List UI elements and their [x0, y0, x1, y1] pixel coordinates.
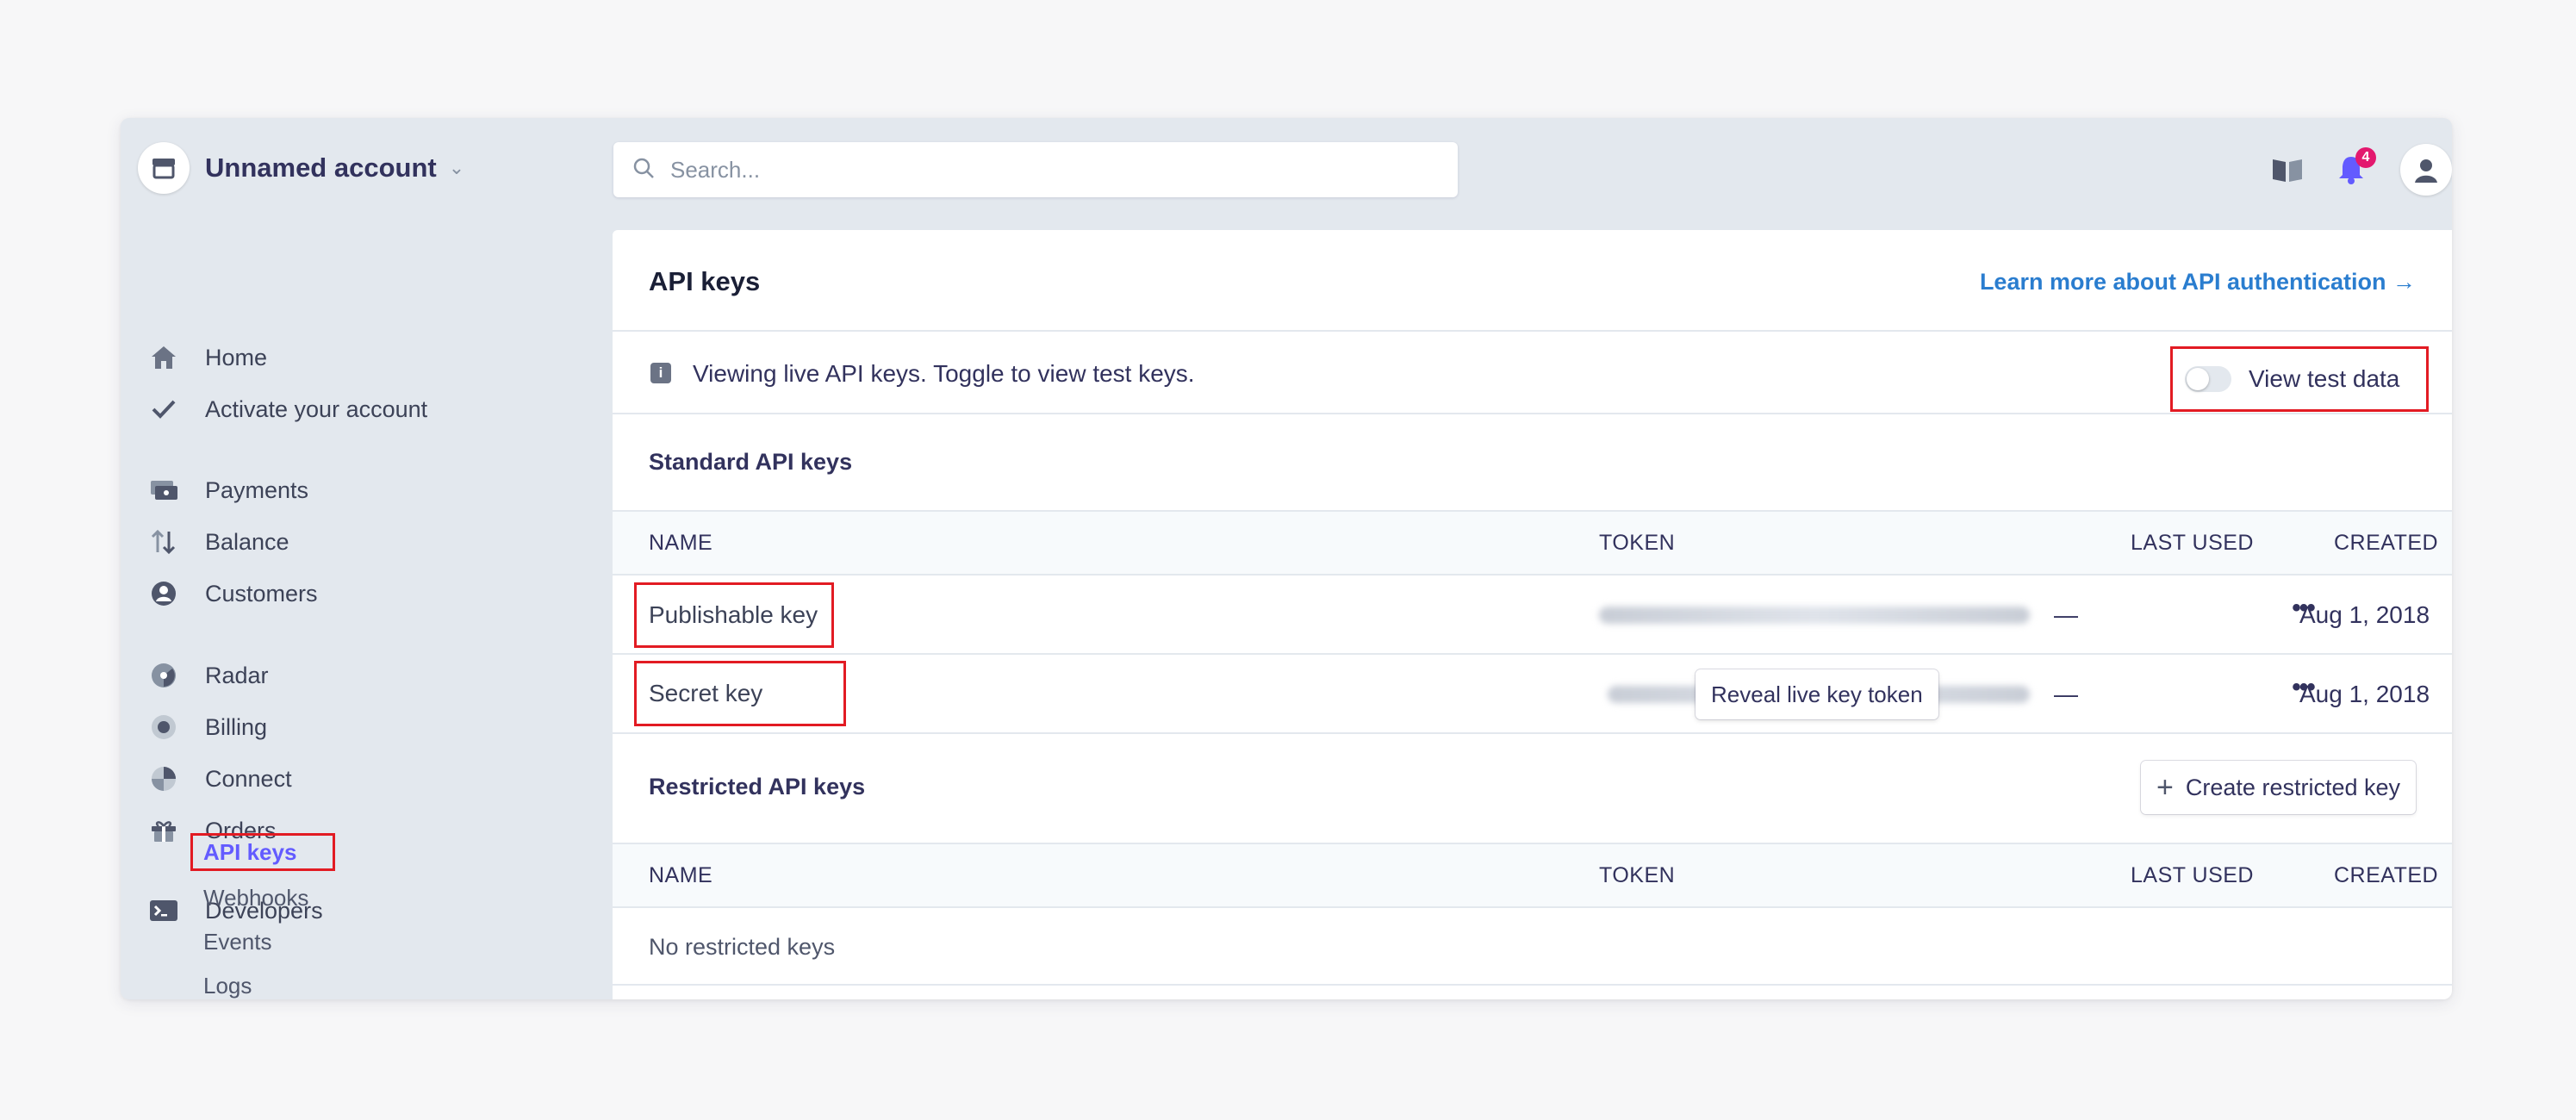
restricted-table-header: NAME TOKEN LAST USED CREATED [613, 843, 2452, 908]
sidebar-item-label: Billing [205, 713, 268, 740]
section-title: Restricted API keys [649, 774, 866, 800]
connect-icon [148, 763, 179, 794]
live-mode-notice: i Viewing live API keys. Toggle to view … [613, 332, 2452, 414]
top-actions: 4 [2238, 142, 2452, 197]
column-header-token: TOKEN [1599, 863, 1676, 887]
sidebar-item-label: Activate your account [205, 395, 428, 422]
column-header-created: CREATED [2334, 863, 2439, 887]
page-title: API keys [649, 266, 761, 296]
home-icon [148, 342, 179, 373]
publishable-key-name[interactable]: Publishable key [634, 582, 834, 648]
check-icon [148, 394, 179, 425]
sidebar-item-connect[interactable]: Connect [148, 762, 292, 796]
sidebar-item-payments[interactable]: Payments [148, 473, 308, 507]
customers-icon [148, 578, 179, 609]
panel-header: API keys Learn more about API authentica… [613, 230, 2452, 332]
docs-book-icon[interactable] [2271, 156, 2304, 184]
search-placeholder: Search... [670, 156, 761, 183]
plus-icon: + [2156, 771, 2174, 804]
info-icon: i [650, 363, 671, 383]
notice-text: Viewing live API keys. Toggle to view te… [693, 360, 1195, 387]
sidebar-item-activate[interactable]: Activate your account [148, 392, 427, 426]
publishable-key-token[interactable] [1599, 607, 2030, 624]
notifications-bell-icon[interactable]: 4 [2336, 147, 2376, 185]
sidebar-subitem-webhooks[interactable]: Webhooks [193, 881, 319, 914]
toggle-label: View test data [2249, 365, 2400, 392]
payments-icon [148, 475, 179, 506]
orders-icon [148, 815, 179, 846]
last-used: — [2054, 681, 2078, 707]
last-used: — [2054, 601, 2078, 628]
terminal-icon [148, 895, 179, 926]
account-name: Unnamed account [205, 152, 437, 183]
learn-more-link[interactable]: Learn more about API authentication → [1980, 269, 2416, 296]
empty-state-row: No restricted keys [613, 908, 2452, 986]
sidebar-item-label: Balance [205, 528, 289, 555]
more-options-icon[interactable]: ••• [2286, 591, 2320, 625]
balance-icon [148, 526, 179, 557]
chevron-down-icon: ⌄ [448, 157, 465, 178]
sidebar-item-label: Payments [205, 476, 309, 503]
column-header-last-used: LAST USED [2131, 531, 2254, 555]
table-row[interactable]: Secret key Reveal live key token — Aug 1… [613, 655, 2452, 734]
standard-table-header: NAME TOKEN LAST USED CREATED [613, 510, 2452, 576]
sidebar-item-billing[interactable]: Billing [148, 710, 267, 744]
search-icon [632, 157, 655, 184]
sidebar-item-radar[interactable]: Radar [148, 658, 269, 693]
restricted-keys-section: Restricted API keys + Create restricted … [613, 734, 2452, 843]
sidebar-item-customers[interactable]: Customers [148, 576, 318, 611]
billing-icon [148, 712, 179, 743]
create-restricted-key-button[interactable]: + Create restricted key [2141, 761, 2416, 814]
section-title: Standard API keys [649, 449, 853, 475]
sidebar-subitem-api-keys[interactable]: API keys [190, 833, 335, 871]
secret-key-name[interactable]: Secret key [634, 661, 846, 726]
avatar[interactable] [2400, 144, 2452, 196]
sidebar-item-label: Radar [205, 662, 269, 688]
notification-count-badge: 4 [2355, 147, 2376, 168]
sidebar-subitem-logs[interactable]: Logs [193, 969, 262, 999]
account-switcher[interactable]: Unnamed account ⌄ [138, 142, 464, 194]
sidebar-item-label: Home [205, 344, 268, 370]
store-icon [138, 142, 190, 194]
column-header-name: NAME [649, 863, 713, 887]
button-label: Create restricted key [2185, 774, 2400, 800]
app-window: Unnamed account ⌄ Home Activate your acc… [121, 118, 2452, 999]
search-input[interactable]: Search... [613, 142, 1458, 197]
more-options-icon[interactable]: ••• [2286, 670, 2320, 705]
sidebar: Unnamed account ⌄ Home Activate your acc… [121, 118, 610, 999]
sidebar-item-label: Connect [205, 765, 292, 792]
sidebar-item-home[interactable]: Home [148, 340, 267, 375]
sidebar-item-balance[interactable]: Balance [148, 525, 289, 559]
view-test-data-toggle[interactable]: View test data [2170, 346, 2429, 412]
sidebar-item-label: Customers [205, 580, 318, 607]
column-header-created: CREATED [2334, 531, 2439, 555]
column-header-token: TOKEN [1599, 531, 1676, 555]
table-row[interactable]: Publishable key — Aug 1, 2018 ••• [613, 576, 2452, 655]
standard-keys-section: Standard API keys [613, 414, 2452, 512]
sidebar-subitem-events[interactable]: Events [193, 925, 283, 958]
api-keys-panel: API keys Learn more about API authentica… [613, 230, 2452, 999]
column-header-last-used: LAST USED [2131, 863, 2254, 887]
reveal-key-button[interactable]: Reveal live key token [1696, 669, 1938, 719]
toggle-switch[interactable] [2185, 366, 2231, 392]
empty-state-text: No restricted keys [649, 934, 836, 960]
radar-icon [148, 660, 179, 691]
column-header-name: NAME [649, 531, 713, 555]
